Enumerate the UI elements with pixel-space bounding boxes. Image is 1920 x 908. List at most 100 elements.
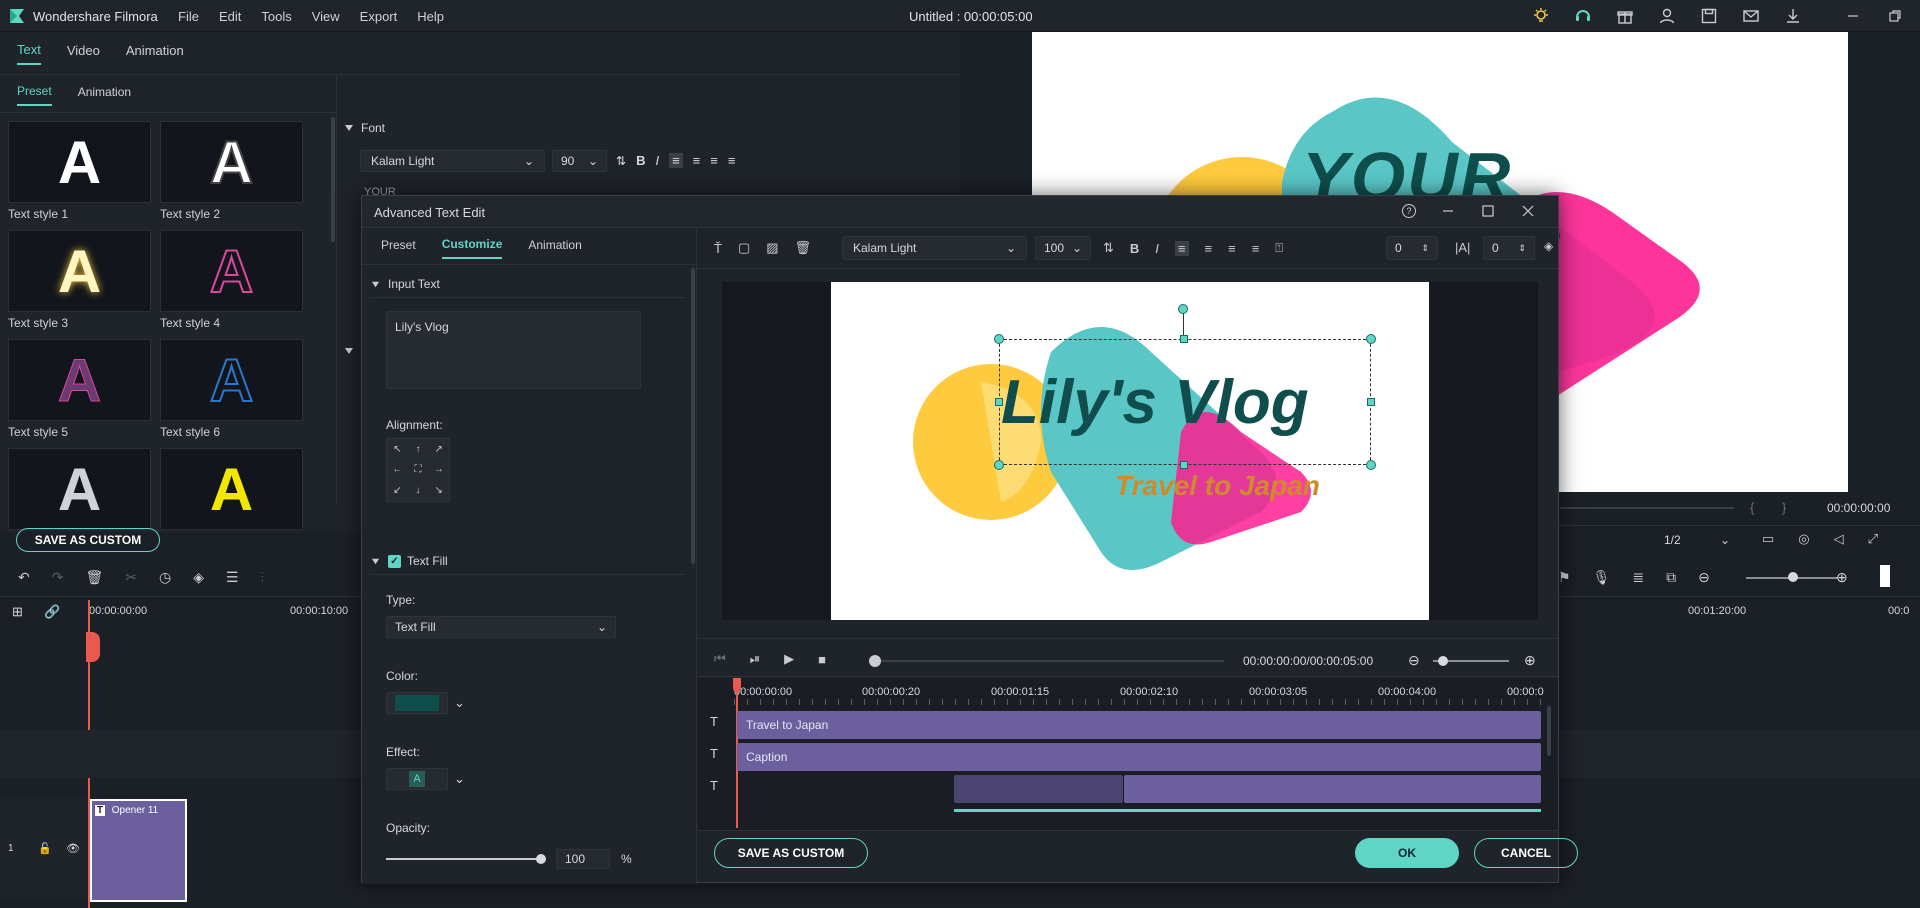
dialog-tab-animation[interactable]: Animation [528,238,581,258]
resize-handle-br[interactable] [1366,460,1376,470]
undo-icon[interactable]: ↶ [18,569,30,586]
align-center-icon[interactable]: ≡ [1205,241,1213,256]
text-fill-header[interactable]: ✓ Text Fill [371,554,448,568]
track-travel-to-japan[interactable]: Travel to Japan [737,711,1541,739]
playhead-marker[interactable] [86,632,100,662]
layers-icon[interactable]: ◈ [1544,239,1553,253]
settings-scrollbar[interactable] [691,268,695,564]
preview-ratio-dropdown[interactable]: 1/2 ⌄ [1656,530,1738,550]
style-card-1[interactable]: A Text style 1 [8,121,151,221]
track-title[interactable] [1124,775,1541,803]
resize-handle-bl[interactable] [994,460,1004,470]
save-as-custom-button[interactable]: SAVE AS CUSTOM [16,528,160,552]
zoom-in-icon[interactable]: ⊕ [1836,569,1848,586]
help-icon[interactable]: ? [1402,204,1416,218]
resize-handle-left[interactable] [995,398,1003,406]
audio-split-icon[interactable]: ⫶ [261,569,265,586]
align-top-left-icon[interactable]: ↖ [387,444,408,455]
playback-scrubber[interactable] [874,660,1224,662]
add-text-icon[interactable]: Ť [714,241,722,256]
font-section-header[interactable]: Font [344,121,385,135]
alignment-grid[interactable]: ↖ ↑ ↗ ← ⛶ → ↙ ↓ ↘ [386,438,450,502]
align-justify-icon[interactable]: ≡ [728,153,736,168]
style-card-2[interactable]: A Text style 2 [160,121,303,221]
cut-icon[interactable]: ✂ [125,569,137,586]
font-size-dropdown[interactable]: 90 ⌄ [552,150,607,172]
panel-toggle[interactable] [1880,565,1890,587]
italic-icon[interactable]: I [1155,241,1159,256]
lock-icon[interactable]: 🔓 [38,842,52,855]
delete-icon[interactable]: 🗑 [795,240,812,256]
download-icon[interactable] [1784,7,1802,25]
stepper-icon[interactable]: ⇕ [1421,243,1429,254]
menu-view[interactable]: View [312,9,340,24]
fullscreen-icon[interactable]: ⤢ [1868,531,1878,547]
font-dropdown[interactable]: Kalam Light ⌄ [360,150,545,172]
menu-edit[interactable]: Edit [219,9,241,24]
account-icon[interactable] [1658,7,1676,25]
stepper-icon[interactable]: ⇕ [1518,243,1526,254]
resize-handle-tl[interactable] [994,334,1004,344]
zoom-out-icon[interactable]: ⊖ [1698,569,1710,586]
track-title-intro[interactable] [954,775,1123,803]
delete-icon[interactable]: 🗑 [85,569,103,586]
text-fill-checkbox[interactable]: ✓ [388,554,401,568]
align-right-icon[interactable]: ≡ [710,153,718,168]
preview-scrubber[interactable] [1560,507,1734,509]
align-right-icon[interactable]: ≡ [1228,241,1236,256]
align-left-icon[interactable]: ← [387,464,408,475]
align-top-icon[interactable]: ↑ [408,444,429,455]
add-track-icon[interactable]: ⊞ [12,604,23,620]
mail-icon[interactable] [1742,7,1760,25]
minimize-icon[interactable] [1440,203,1456,219]
subtab-preset[interactable]: Preset [17,84,52,106]
minimize-icon[interactable] [1844,7,1862,25]
menu-help[interactable]: Help [417,9,444,24]
prev-frame-icon[interactable]: ⏮ [714,651,726,667]
mark-in-icon[interactable]: { [1750,500,1754,515]
play-frame-icon[interactable]: ⏯ [750,651,760,667]
marker-icon[interactable]: ⚑ [1558,569,1571,586]
align-top-right-icon[interactable]: ↗ [428,444,449,455]
style-card-3[interactable]: A Text style 3 [8,230,151,330]
maximize-icon[interactable] [1480,203,1496,219]
subtab-animation[interactable]: Animation [78,85,131,105]
style-card-6[interactable]: A Text style 6 [160,339,303,439]
collapse-arrow-icon[interactable] [344,346,354,356]
mark-out-icon[interactable]: } [1782,500,1786,515]
bold-icon[interactable]: B [1130,241,1139,256]
opacity-slider-thumb[interactable] [536,854,546,864]
adjust-icon[interactable]: ☰ [226,569,239,586]
line-spacing-icon[interactable]: ⇅ [1103,240,1114,256]
text-selection-box[interactable] [999,339,1371,465]
volume-icon[interactable]: ◁ [1834,531,1844,547]
play-icon[interactable]: ▶ [784,651,794,667]
mic-icon[interactable]: 🎙 [1593,569,1611,586]
eye-icon[interactable]: 👁 [66,842,80,855]
effect-picker[interactable]: A ⌄ [386,768,465,790]
menu-export[interactable]: Export [360,9,398,24]
menu-file[interactable]: File [178,9,199,24]
snapshot-icon[interactable]: ◎ [1798,531,1809,547]
dialog-tab-preset[interactable]: Preset [381,238,416,258]
link-icon[interactable]: 🔗 [44,604,60,620]
align-justify-icon[interactable]: ≡ [1252,241,1260,256]
resize-handle-right[interactable] [1367,398,1375,406]
close-icon[interactable] [1520,203,1536,219]
tab-text[interactable]: Text [17,42,41,65]
stop-icon[interactable]: ■ [818,652,826,667]
rotate-handle[interactable] [1178,304,1188,314]
char-spacing-icon[interactable]: ⍐ [1275,240,1283,256]
opacity-slider[interactable] [386,858,542,860]
gift-icon[interactable] [1616,7,1634,25]
add-shape-icon[interactable]: ▢ [738,240,750,256]
italic-icon[interactable]: I [655,153,659,168]
style-card-4[interactable]: A Text style 4 [160,230,303,330]
monitor-icon[interactable]: ▭ [1762,531,1774,547]
resize-handle-tr[interactable] [1366,334,1376,344]
zoom-in-icon[interactable]: ⊕ [1524,652,1536,669]
dialog-save-as-custom-button[interactable]: SAVE AS CUSTOM [714,838,868,868]
tab-video[interactable]: Video [67,43,100,64]
dialog-tab-customize[interactable]: Customize [441,237,503,259]
pip-icon[interactable]: ⧉ [1666,569,1676,586]
